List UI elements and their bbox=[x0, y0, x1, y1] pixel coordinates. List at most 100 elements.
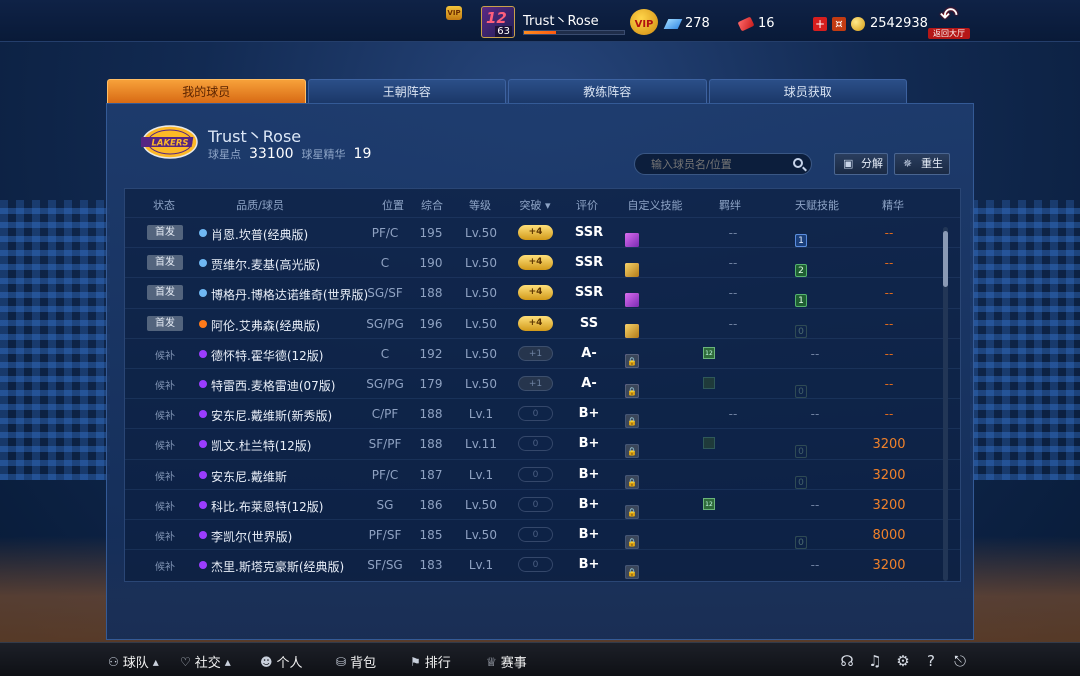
nav-person[interactable]: ☻ 个人 bbox=[260, 652, 303, 672]
breakthrough-badge[interactable]: +4 bbox=[518, 315, 553, 331]
arena-lights-left bbox=[0, 200, 110, 480]
nav-bag[interactable]: ⛁ 背包 bbox=[336, 652, 376, 672]
table-row[interactable]: 首发 阿伦.艾弗森(经典版) SG/PG 196 Lv.50 +4 SS -- 0 0 -- bbox=[125, 307, 960, 338]
skill-icon[interactable] bbox=[625, 414, 639, 429]
table-row[interactable]: 候补 杰里.斯塔克豪斯(经典版) SF/SG 183 Lv.1 0 B+ 🔒 -- 3200 bbox=[125, 549, 960, 580]
coin-counter[interactable]: + ¤ 2542938 bbox=[813, 16, 928, 31]
breakthrough-badge[interactable]: 0 bbox=[518, 436, 553, 452]
scrollbar-thumb[interactable] bbox=[943, 231, 948, 287]
table-row[interactable]: 候补 德怀特.霍华德(12版) C 192 Lv.50 +1 A- 🔒 12 -- -- bbox=[125, 337, 960, 368]
player-name[interactable]: 科比.布莱恩特(12版) bbox=[211, 498, 323, 515]
vip-badge-icon[interactable]: VIP bbox=[446, 6, 462, 20]
breakthrough-badge[interactable]: 0 bbox=[518, 496, 553, 512]
nav-heart[interactable]: ♡ 社交 ▴ bbox=[180, 652, 231, 672]
quality-dot bbox=[199, 349, 207, 358]
table-row[interactable]: 首发肖恩.坎普(经典版)PF/C195Lv.50+4SSR--11-- bbox=[125, 217, 960, 247]
skill-icon[interactable] bbox=[625, 474, 639, 489]
breakthrough-badge[interactable]: 0 bbox=[518, 466, 553, 482]
breakthrough-badge[interactable]: 0 bbox=[518, 527, 553, 542]
player-name[interactable]: 杰里.斯塔克豪斯(经典版) bbox=[211, 558, 344, 575]
lock-icon[interactable]: 🔒 bbox=[625, 353, 639, 368]
exit-icon[interactable]: ⎋ bbox=[951, 652, 969, 670]
add-coin-icon[interactable]: + bbox=[813, 16, 827, 31]
tab-0[interactable]: 我的球员 bbox=[107, 79, 306, 103]
bond-icon[interactable] bbox=[703, 437, 715, 450]
player-name[interactable]: 李凯尔(世界版) bbox=[211, 528, 292, 545]
coin-shop-icon[interactable]: ¤ bbox=[832, 16, 846, 31]
nav-rank[interactable]: ⚑ 排行 bbox=[410, 652, 451, 672]
player-name[interactable]: 贾维尔.麦基(高光版) bbox=[211, 256, 320, 273]
breakthrough-badge[interactable]: +1 bbox=[518, 345, 553, 361]
support-icon[interactable]: ☊ bbox=[838, 652, 856, 670]
search-input[interactable] bbox=[634, 153, 812, 175]
player-name[interactable]: 德怀特.霍华德(12版) bbox=[211, 347, 323, 364]
skill-icon[interactable] bbox=[625, 323, 639, 338]
back-to-lobby-button[interactable]: ↶ 返回大厅 bbox=[928, 6, 970, 40]
overall: 195 bbox=[419, 226, 443, 240]
breakthrough-badge[interactable]: +4 bbox=[518, 225, 553, 240]
column-header[interactable]: 突破 ▾ bbox=[515, 197, 555, 213]
music-icon[interactable]: ♫ bbox=[866, 652, 884, 670]
talent-icon[interactable]: 0 bbox=[795, 536, 807, 549]
breakthrough-badge[interactable]: 0 bbox=[518, 406, 553, 422]
table-scrollbar[interactable] bbox=[943, 227, 948, 581]
talent-icon[interactable]: 2 bbox=[795, 264, 807, 278]
help-icon[interactable]: ? bbox=[922, 652, 940, 670]
settings-icon[interactable]: ⚙ bbox=[894, 652, 912, 670]
lock-icon[interactable]: 🔒 bbox=[625, 384, 639, 398]
table-row[interactable]: 首发 博格丹.博格达诺维奇(世界版) SG/SF 188 Lv.50 +4 SSR -- 1 -- bbox=[125, 277, 960, 308]
skill-icon[interactable] bbox=[625, 233, 639, 247]
skill-icon[interactable] bbox=[625, 263, 639, 278]
table-row[interactable]: 候补 安东尼.戴维斯(新秀版) C/PF 188 Lv.1 0 B+ 🔒 -- -- -- bbox=[125, 398, 960, 429]
table-row[interactable]: 候补 李凯尔(世界版) PF/SF 185 Lv.50 0 B+ 🔒 0 0 8000 bbox=[125, 519, 960, 549]
player-name[interactable]: 安东尼.戴维斯 bbox=[211, 468, 287, 485]
table-row[interactable]: 候补 科比.布莱恩特(12版) SG 186 Lv.50 0 B+ 🔒 12 -- 3200 bbox=[125, 488, 960, 519]
skill-icon[interactable] bbox=[625, 504, 639, 519]
table-row[interactable]: 候补 凯文.杜兰特(12版) SF/PF 188 Lv.11 0 B+ 🔒 0 3200 bbox=[125, 428, 960, 459]
player-avatar[interactable]: 12 63 bbox=[481, 6, 515, 38]
breakthrough-badge[interactable]: +4 bbox=[518, 255, 553, 271]
vip-icon[interactable]: VIP bbox=[630, 9, 658, 35]
talent-empty: -- bbox=[810, 558, 820, 573]
back-label: 返回大厅 bbox=[928, 28, 970, 39]
ticket-counter[interactable]: 16 bbox=[737, 16, 775, 31]
bond-icon[interactable] bbox=[703, 377, 715, 389]
talent-icon[interactable]: 1 bbox=[795, 234, 807, 247]
skill-icon[interactable] bbox=[625, 565, 639, 580]
talent-icon[interactable]: 0 bbox=[795, 475, 807, 489]
player-name[interactable]: 特雷西.麦格雷迪(07版) bbox=[211, 377, 335, 394]
tab-3[interactable]: 球员获取 bbox=[708, 79, 907, 103]
skill-icon[interactable] bbox=[625, 293, 639, 308]
talent-icon[interactable]: 0 bbox=[795, 324, 807, 338]
table-row[interactable]: 首发 贾维尔.麦基(高光版) C 190 Lv.50 +4 SSR -- 2 -- bbox=[125, 247, 960, 278]
breakthrough-badge[interactable]: 0 bbox=[518, 557, 553, 573]
bond-icon[interactable]: 12 bbox=[703, 497, 715, 510]
skill-icon[interactable] bbox=[625, 444, 639, 459]
rebirth-button[interactable]: ✵ 重生 bbox=[894, 153, 950, 175]
table-row[interactable]: 候补 特雷西.麦格雷迪(07版) SG/PG 179 Lv.50 +1 A- 🔒 0 -- bbox=[125, 368, 960, 398]
player-name[interactable]: 肖恩.坎普(经典版) bbox=[211, 226, 308, 243]
skill-icon[interactable] bbox=[625, 535, 639, 549]
breakthrough-badge[interactable]: +1 bbox=[518, 376, 553, 391]
nav-user[interactable]: ⚇ 球队 ▴ bbox=[108, 652, 159, 672]
decompose-button[interactable]: ▣ 分解 bbox=[834, 153, 888, 175]
talent-icon[interactable]: 0 bbox=[795, 445, 807, 459]
tab-bar: 我的球员 王朝阵容 教练阵容 球员获取 bbox=[107, 79, 907, 103]
player-name[interactable]: 博格丹.博格达诺维奇(世界版) bbox=[211, 286, 368, 303]
search-icon[interactable] bbox=[793, 158, 803, 168]
tab-2[interactable]: 教练阵容 bbox=[508, 79, 707, 103]
player-name[interactable]: 阿伦.艾弗森(经典版) bbox=[211, 317, 320, 334]
game-screen: VIP 12 63 Trust丶Rose VIP 278 16 + ¤ 2542… bbox=[0, 0, 1080, 676]
table-row[interactable]: 候补 安东尼.戴维斯 PF/C 187 Lv.1 0 B+ 🔒 0 3200 bbox=[125, 458, 960, 489]
level: Lv.50 bbox=[465, 377, 497, 391]
player-name[interactable]: 凯文.杜兰特(12版) bbox=[211, 437, 311, 454]
tab-1[interactable]: 王朝阵容 bbox=[307, 79, 506, 103]
talent-icon[interactable]: 0 bbox=[795, 385, 807, 398]
diamond-counter[interactable]: 278 bbox=[663, 16, 710, 31]
player-name[interactable]: 安东尼.戴维斯(新秀版) bbox=[211, 407, 332, 424]
talent-icon[interactable]: 1 bbox=[795, 294, 807, 308]
nav-trophy[interactable]: ♕ 赛事 bbox=[486, 652, 527, 672]
breakthrough-badge[interactable]: +4 bbox=[518, 285, 553, 301]
bond-icon[interactable]: 12 bbox=[703, 346, 715, 359]
nav-label: 社交 bbox=[194, 656, 221, 671]
